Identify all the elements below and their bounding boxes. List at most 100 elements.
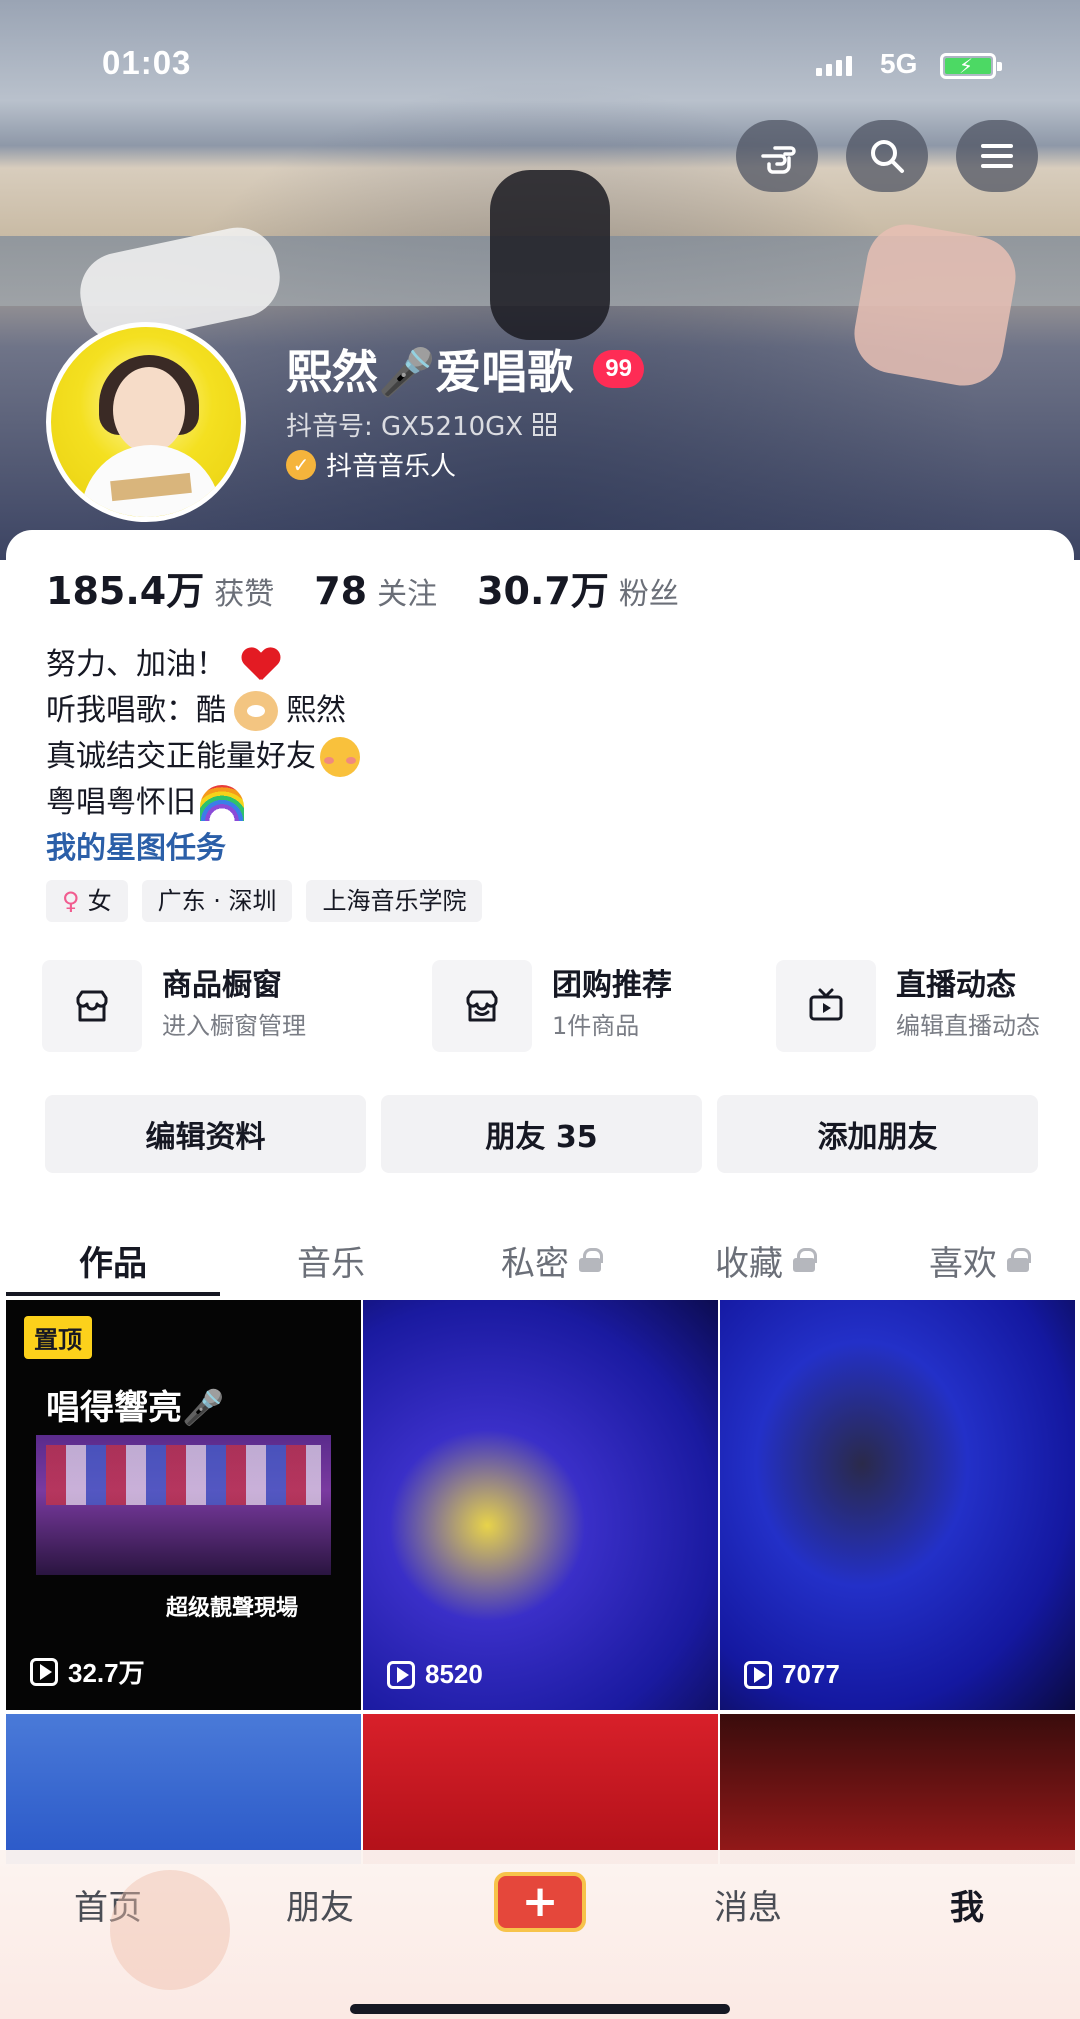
- service-group-buy-sub: 1件商品: [552, 1012, 640, 1040]
- view-count-text: 32.7万: [68, 1658, 145, 1688]
- service-shop-title: 商品橱窗: [162, 968, 282, 1003]
- rainbow-emoji-icon: [200, 785, 244, 821]
- service-shop-window[interactable]: 商品橱窗 进入橱窗管理: [42, 960, 306, 1052]
- lock-icon: [793, 1248, 817, 1272]
- stat-fans-value: 30.7万: [477, 569, 609, 613]
- bio-line-1: 努力、加油！: [46, 642, 360, 688]
- bio-line-2: 听我唱歌：酷 熙然: [46, 688, 360, 734]
- douyin-id[interactable]: 抖音号: GX5210GX: [286, 406, 557, 443]
- tv-icon: [776, 960, 876, 1052]
- visitor-hand-icon: [761, 146, 796, 174]
- video-tile[interactable]: [720, 1714, 1075, 1864]
- tab-favorites-label: 收藏: [715, 1243, 783, 1284]
- level-badge[interactable]: 99: [593, 350, 644, 388]
- video-tile-caption: 超级靚聲現場: [166, 1595, 299, 1621]
- qr-code-icon: [533, 412, 557, 437]
- service-entries: 商品橱窗 进入橱窗管理 团购推荐 1件商品 直播动态 编辑直播动态: [42, 960, 1074, 1056]
- stat-fans-label: 粉丝: [618, 577, 679, 612]
- profile-screen: 01:03 5G ⚡ 熙然🎤爱唱歌 99 抖音号: GX5210GX ✓ 抖音音…: [0, 0, 1080, 2019]
- bio-line-1-text: 努力、加油！: [46, 647, 226, 682]
- lock-icon: [1007, 1248, 1031, 1272]
- edit-profile-button[interactable]: 编辑资料: [45, 1095, 366, 1173]
- search-icon: [871, 140, 904, 173]
- tab-private-label: 私密: [501, 1243, 569, 1284]
- service-group-buy[interactable]: 团购推荐 1件商品: [432, 960, 672, 1052]
- video-tile[interactable]: 7077: [720, 1300, 1075, 1710]
- active-tab-indicator: [6, 1292, 220, 1296]
- smiling-hearts-emoji-icon: [320, 737, 360, 777]
- nav-friends[interactable]: 朋友: [286, 1880, 354, 1929]
- service-group-buy-title: 团购推荐: [552, 968, 672, 1003]
- battery-icon: ⚡: [940, 53, 1002, 79]
- service-live-updates[interactable]: 直播动态 编辑直播动态: [776, 960, 1040, 1052]
- bio-line-2-text-b: 熙然: [286, 693, 346, 728]
- dog-emoji-icon: [234, 691, 278, 731]
- play-icon: [387, 1660, 415, 1689]
- nickname-text: 熙然🎤爱唱歌: [286, 345, 574, 399]
- profile-tags: ♀ 女 广东 · 深圳 上海音乐学院: [46, 880, 483, 922]
- tag-school: 上海音乐学院: [306, 880, 483, 922]
- content-tabs: 作品 音乐 私密 收藏 喜欢: [6, 1220, 1074, 1300]
- group-buy-icon: [432, 960, 532, 1052]
- nav-me[interactable]: 我: [950, 1880, 984, 1929]
- tab-private[interactable]: 私密: [446, 1220, 656, 1300]
- tab-works-label: 作品: [79, 1243, 147, 1284]
- video-tile-title: 唱得響亮🎤: [46, 1388, 225, 1428]
- nickname: 熙然🎤爱唱歌 99: [286, 336, 644, 402]
- video-tile[interactable]: [6, 1714, 361, 1864]
- view-count-text: 8520: [425, 1659, 483, 1689]
- video-tile[interactable]: 置顶 唱得響亮🎤 超级靚聲現場 32.7万: [6, 1300, 361, 1710]
- bio-line-4-text: 粤唱粤怀旧: [46, 785, 196, 820]
- menu-icon: [981, 144, 1013, 168]
- verification-label[interactable]: ✓ 抖音音乐人: [286, 446, 456, 483]
- lock-icon: [579, 1248, 603, 1272]
- view-count-text: 7077: [782, 1659, 840, 1689]
- menu-button[interactable]: [956, 120, 1038, 192]
- stat-likes[interactable]: 185.4万 获赞: [46, 560, 274, 615]
- tab-favorites[interactable]: 收藏: [660, 1220, 870, 1300]
- stat-likes-value: 185.4万: [46, 569, 205, 613]
- cover-person-center: [490, 170, 610, 340]
- tab-likes[interactable]: 喜欢: [874, 1220, 1080, 1300]
- video-thumbnail: [36, 1435, 331, 1575]
- create-plus-button[interactable]: +: [494, 1872, 586, 1932]
- shop-icon: [42, 960, 142, 1052]
- verification-text: 抖音音乐人: [326, 452, 457, 482]
- visitor-button[interactable]: [736, 120, 818, 192]
- service-live-sub: 编辑直播动态: [896, 1012, 1040, 1040]
- video-tile[interactable]: 8520: [363, 1300, 718, 1710]
- stat-fans[interactable]: 30.7万 粉丝: [477, 560, 679, 615]
- tag-location: 广东 · 深圳: [141, 880, 293, 922]
- stat-following-label: 关注: [377, 577, 438, 612]
- view-count: 8520: [387, 1659, 483, 1690]
- search-button[interactable]: [846, 120, 928, 192]
- tag-gender-text: 女: [87, 887, 112, 915]
- stat-following[interactable]: 78 关注: [314, 569, 437, 613]
- avatar[interactable]: [46, 322, 246, 522]
- stats-row: 185.4万 获赞 78 关注 30.7万 粉丝: [46, 560, 679, 615]
- bio: 努力、加油！ 听我唱歌：酷 熙然 真诚结交正能量好友 粤唱粤怀旧 我的星图任务: [46, 642, 360, 872]
- status-time: 01:03: [102, 44, 192, 81]
- network-type: 5G: [880, 48, 918, 79]
- female-icon: ♀: [62, 887, 80, 915]
- service-live-title: 直播动态: [896, 968, 1016, 1003]
- pinned-badge: 置顶: [24, 1316, 92, 1359]
- friends-button[interactable]: 朋友 35: [381, 1095, 702, 1173]
- verified-check-icon: ✓: [286, 449, 316, 480]
- bio-line-3: 真诚结交正能量好友: [46, 734, 360, 780]
- view-count: 32.7万: [30, 1653, 145, 1690]
- add-friend-button[interactable]: 添加朋友: [717, 1095, 1038, 1173]
- home-indicator[interactable]: [350, 2004, 730, 2014]
- nav-messages[interactable]: 消息: [714, 1880, 782, 1929]
- view-count: 7077: [744, 1659, 840, 1690]
- tab-works[interactable]: 作品: [8, 1220, 218, 1300]
- bio-line-4: 粤唱粤怀旧: [46, 780, 360, 826]
- heart-emoji-icon: [242, 648, 280, 682]
- star-map-task-link[interactable]: 我的星图任务: [46, 826, 360, 872]
- video-tile[interactable]: [363, 1714, 718, 1864]
- tab-music[interactable]: 音乐: [226, 1220, 436, 1300]
- profile-actions: 编辑资料 朋友 35 添加朋友: [45, 1095, 1038, 1173]
- nav-decoration: [110, 1870, 230, 1990]
- bio-line-2-text-a: 听我唱歌：酷: [46, 693, 226, 728]
- cover-person-right: [848, 218, 1022, 392]
